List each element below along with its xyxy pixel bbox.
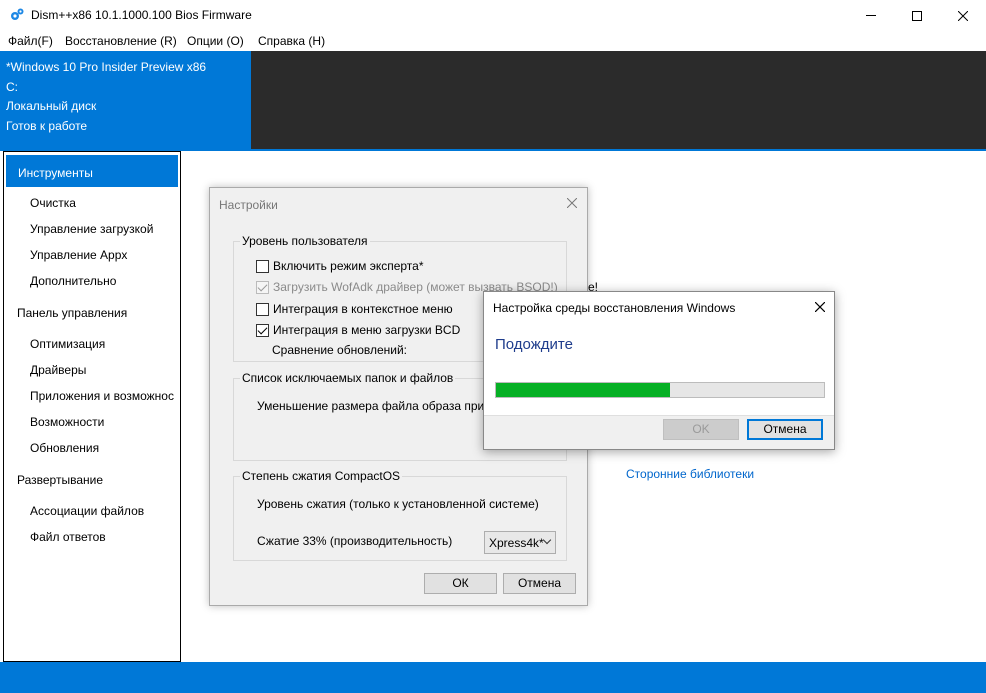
sidebar-item-apps[interactable]: Приложения и возможнос	[30, 389, 174, 403]
maximize-icon	[912, 10, 922, 21]
window-title: Dism++x86 10.1.1000.100 Bios Firmware	[31, 8, 252, 22]
session-status: Готов к работе	[6, 118, 88, 133]
menu-recovery[interactable]: Восстановление (R)	[65, 34, 177, 48]
settings-ok-button[interactable]: ОК	[424, 573, 497, 594]
sidebar-item-answer-file[interactable]: Файл ответов	[30, 530, 106, 544]
gears-icon	[11, 8, 24, 20]
close-icon	[566, 197, 578, 209]
bcd-menu-checkbox[interactable]	[256, 323, 269, 337]
os-name: *Windows 10 Pro Insider Preview x86	[6, 60, 207, 74]
settings-title: Настройки	[219, 198, 278, 212]
reduce-image-size-label: Уменьшение размера файла образа при сохр	[257, 399, 513, 413]
progress-heading: Подождите	[495, 336, 573, 353]
chevron-down-icon	[542, 535, 552, 545]
sidebar-item-file-associations[interactable]: Ассоциации файлов	[30, 504, 144, 518]
close-icon	[814, 301, 826, 313]
user-level-label: Уровень пользователя	[240, 234, 370, 248]
menu-options[interactable]: Опции (O)	[187, 34, 244, 48]
expert-mode-checkbox[interactable]	[256, 259, 269, 273]
context-menu-checkbox[interactable]	[256, 302, 269, 316]
menu-help[interactable]: Справка (H)	[258, 34, 325, 48]
compression-select-value: Xpress4k*	[489, 536, 544, 550]
compactos-label: Степень сжатия CompactOS	[240, 469, 403, 483]
progress-ok-button: OK	[663, 419, 739, 440]
compress-level-label: Уровень сжатия (только к установленной с…	[257, 497, 539, 511]
sidebar-item-cleanup[interactable]: Очистка	[30, 196, 76, 210]
sidebar-item-advanced[interactable]: Дополнительно	[30, 274, 116, 288]
context-menu-label: Интеграция в контекстное меню	[273, 302, 453, 316]
progress-bar-fill	[496, 383, 670, 397]
compress-33-label: Сжатие 33% (производительность)	[257, 534, 453, 548]
status-bar	[0, 662, 986, 693]
wofadk-checkbox	[256, 280, 269, 294]
drive-letter: C:	[6, 79, 18, 94]
bcd-menu-label: Интеграция в меню загрузки BCD	[273, 323, 461, 337]
close-icon	[958, 10, 968, 21]
session-list-area	[251, 51, 986, 149]
sidebar-item-boot-manager[interactable]: Управление загрузкой	[30, 222, 153, 236]
third-party-libraries-link[interactable]: Сторонние библиотеки	[626, 467, 754, 481]
progress-close-button[interactable]	[810, 298, 830, 318]
sidebar-category-deployment[interactable]: Развертывание	[17, 473, 103, 487]
sidebar-item-tools[interactable]: Инструменты	[6, 155, 178, 187]
recovery-progress-dialog: Настройка среды восстановления Windows П…	[483, 291, 835, 450]
bcd-menu-option[interactable]: Интеграция в меню загрузки BCD	[256, 322, 460, 338]
sidebar-category-control-panel[interactable]: Панель управления	[17, 306, 127, 320]
expert-mode-option[interactable]: Включить режим эксперта*	[256, 258, 424, 274]
disk-label: Локальный диск	[6, 99, 97, 113]
menu-bar: Файл(F) Восстановление (R) Опции (O) Спр…	[0, 31, 986, 51]
settings-close-button[interactable]	[562, 194, 582, 214]
sidebar-item-drivers[interactable]: Драйверы	[30, 363, 86, 377]
progress-cancel-button[interactable]: Отмена	[747, 419, 823, 440]
session-info-panel[interactable]: *Windows 10 Pro Insider Preview x86 C: Л…	[0, 51, 251, 149]
maximize-button[interactable]	[894, 0, 940, 31]
sidebar-item-appx[interactable]: Управление Appx	[30, 248, 127, 262]
progress-dialog-footer: OK Отмена	[484, 415, 834, 449]
settings-cancel-button[interactable]: Отмена	[503, 573, 576, 594]
title-bar: Dism++x86 10.1.1000.100 Bios Firmware	[0, 0, 986, 31]
sidebar-item-optimization[interactable]: Оптимизация	[30, 337, 105, 351]
sidebar-item-features[interactable]: Возможности	[30, 415, 104, 429]
minimize-button[interactable]	[848, 0, 894, 31]
compression-select[interactable]: Xpress4k*	[484, 531, 556, 554]
context-menu-option[interactable]: Интеграция в контекстное меню	[256, 301, 453, 317]
expert-mode-label: Включить режим эксперта*	[273, 259, 424, 273]
minimize-icon	[866, 15, 876, 16]
progress-dialog-title: Настройка среды восстановления Windows	[493, 301, 736, 315]
close-button[interactable]	[940, 0, 986, 31]
compare-updates-label: Сравнение обновлений:	[272, 343, 408, 357]
progress-bar	[495, 382, 825, 398]
sidebar: Инструменты Очистка Управление загрузкой…	[3, 151, 181, 662]
exclude-list-label: Список исключаемых папок и файлов	[240, 371, 456, 385]
sidebar-item-updates[interactable]: Обновления	[30, 441, 99, 455]
menu-file[interactable]: Файл(F)	[8, 34, 53, 48]
